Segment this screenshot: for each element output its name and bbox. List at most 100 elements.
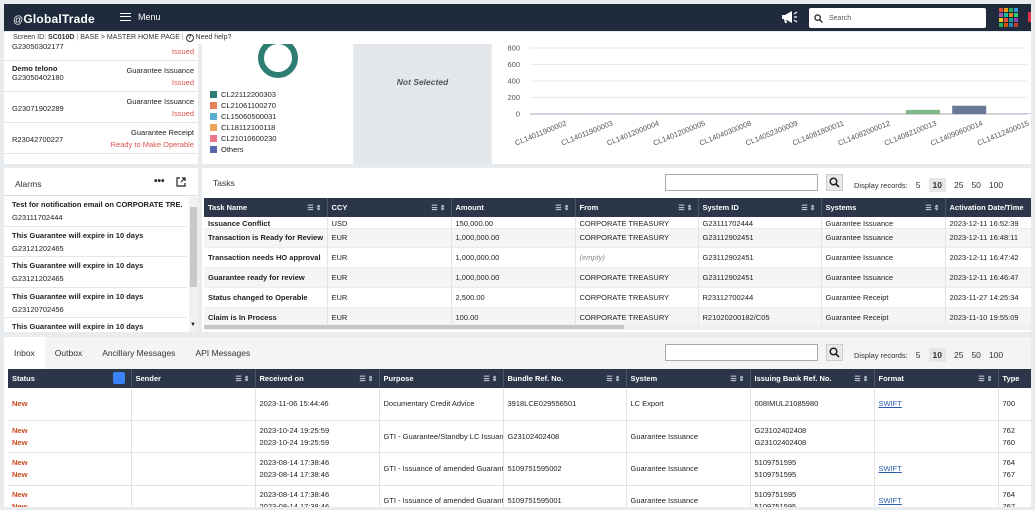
tab-outbox[interactable]: Outbox xyxy=(45,337,92,369)
global-search-input[interactable]: Search xyxy=(809,8,986,28)
page-size-option[interactable]: 100 xyxy=(989,180,1003,190)
alarm-item[interactable]: Test for notification email on CORPORATE… xyxy=(4,196,187,227)
legend-item[interactable]: CL15060500031 xyxy=(210,111,276,122)
filter-sort-icon[interactable]: ☰ ⇕ xyxy=(854,375,868,383)
column-header[interactable]: System ID ☰ ⇕ xyxy=(698,198,822,217)
tasks-search-input[interactable] xyxy=(665,174,818,191)
filter-sort-icon[interactable]: ☰ ⇕ xyxy=(307,204,321,212)
bar[interactable] xyxy=(628,113,663,114)
column-header[interactable]: System ☰ ⇕ xyxy=(626,369,751,388)
legend-item[interactable]: CL21010600230 xyxy=(210,133,276,144)
bar[interactable] xyxy=(674,113,709,114)
expand-icon[interactable] xyxy=(176,177,186,187)
column-header[interactable]: Systems ☰ ⇕ xyxy=(821,198,946,217)
app-logo[interactable]: @GlobalTrade xyxy=(13,12,95,26)
table-row[interactable]: New New 2023-08-14 17:38:46 2023-08-14 17:3… xyxy=(8,452,1031,486)
alarm-scrollbar-thumb[interactable] xyxy=(190,207,197,287)
format-link[interactable]: SWIFT xyxy=(879,496,902,505)
table-row[interactable]: Transaction needs HO approval EUR 1,000,00… xyxy=(204,247,1031,269)
bar[interactable] xyxy=(721,113,756,114)
guarantee-ref[interactable]: G23050302177 xyxy=(12,44,194,51)
filter-sort-icon[interactable]: ☰ ⇕ xyxy=(555,204,569,212)
page-size-option[interactable]: 25 xyxy=(954,350,963,360)
guarantee-row[interactable]: R23042700227 Guarantee Receipt Ready to Ma… xyxy=(4,123,198,154)
tasks-scroll-thumb[interactable] xyxy=(204,325,624,329)
page-size-option[interactable]: 5 xyxy=(916,180,921,190)
format-link[interactable]: SWIFT xyxy=(879,464,902,473)
alarm-item[interactable]: This Guarantee will expire in 10 days G23… xyxy=(4,257,187,288)
scroll-down-icon[interactable]: ▼ xyxy=(190,322,196,328)
filter-sort-icon[interactable]: ☰ ⇕ xyxy=(678,204,692,212)
column-header[interactable]: Status xyxy=(8,369,132,388)
legend-item[interactable]: Others xyxy=(210,144,276,155)
format-link[interactable]: SWIFT xyxy=(879,399,902,408)
apps-grid-icon[interactable] xyxy=(999,8,1019,27)
alarm-scrollbar[interactable]: ▼ xyxy=(189,197,198,332)
bar[interactable] xyxy=(582,113,617,114)
filter-sort-icon[interactable]: ☰ ⇕ xyxy=(978,375,992,383)
column-header[interactable]: Sender ☰ ⇕ xyxy=(131,369,256,388)
filter-sort-icon[interactable]: ☰ ⇕ xyxy=(925,204,939,212)
alarm-item[interactable]: This Guarantee will expire in 10 days G23… xyxy=(4,227,187,257)
donut-chart[interactable] xyxy=(254,44,302,82)
filter-sort-icon[interactable]: ☰ ⇕ xyxy=(730,375,744,383)
column-header[interactable]: From ☰ ⇕ xyxy=(575,198,699,217)
tab-inbox[interactable]: Inbox xyxy=(4,337,45,369)
table-row[interactable]: Guarantee ready for review EUR 1,000,000.0… xyxy=(204,267,1031,288)
alarm-item[interactable]: This Guarantee will expire in 10 days xyxy=(4,318,187,332)
column-header[interactable]: Amount ☰ ⇕ xyxy=(451,198,576,217)
alarm-item[interactable]: This Guarantee will expire in 10 days G23… xyxy=(4,288,187,318)
bar[interactable] xyxy=(767,113,802,114)
table-row[interactable]: New 2023-11-06 15:44:46 Documentary Credit… xyxy=(8,388,1031,421)
column-header[interactable]: Bundle Ref. No. ☰ ⇕ xyxy=(503,369,627,388)
page-size-option[interactable]: 5 xyxy=(916,350,921,360)
filter-sort-icon[interactable]: ☰ ⇕ xyxy=(483,375,497,383)
page-size-option[interactable]: 100 xyxy=(989,350,1003,360)
table-row[interactable]: Transaction is Ready for Review EUR 1,000,… xyxy=(204,228,1031,249)
bar[interactable] xyxy=(905,109,940,114)
legend-item[interactable]: CL18112100118 xyxy=(210,122,276,133)
column-header[interactable]: Received on ☰ ⇕ xyxy=(255,369,380,388)
guarantee-row[interactable]: G23071902289 Guarantee Issuance Issued xyxy=(4,92,198,123)
table-row[interactable]: New New 2023-10-24 19:25:59 2023-10-24 19:2… xyxy=(8,420,1031,454)
legend-item[interactable]: CL22112200303 xyxy=(210,89,276,100)
column-header[interactable]: Issuing Bank Ref. No. ☰ ⇕ xyxy=(750,369,875,388)
guarantee-row[interactable]: G23050302177 Issued xyxy=(4,44,198,61)
funnel-icon[interactable] xyxy=(112,372,125,384)
bar[interactable] xyxy=(536,113,571,114)
megaphone-icon[interactable] xyxy=(780,10,798,24)
filter-sort-icon[interactable]: ☰ ⇕ xyxy=(606,375,620,383)
filter-sort-icon[interactable]: ☰ ⇕ xyxy=(801,204,815,212)
legend-item[interactable]: CL21061100270 xyxy=(210,100,276,111)
column-header[interactable]: Format ☰ ⇕ xyxy=(874,369,999,388)
bar[interactable] xyxy=(859,113,894,114)
bar[interactable] xyxy=(952,105,987,114)
filter-sort-icon[interactable]: ☰ ⇕ xyxy=(431,204,445,212)
guarantee-row[interactable]: Demo telono G23050402180 Guarantee Issuanc… xyxy=(4,61,198,92)
column-header[interactable]: CCY ☰ ⇕ xyxy=(327,198,452,217)
filter-sort-icon[interactable]: ☰ ⇕ xyxy=(359,375,373,383)
page-size-option[interactable]: 25 xyxy=(954,180,963,190)
menu-button[interactable]: Menu xyxy=(120,12,161,22)
tab-api-messages[interactable]: API Messages xyxy=(185,337,260,369)
bar[interactable] xyxy=(998,113,1031,114)
table-row[interactable]: New New 2023-08-14 17:38:46 2023-08-14 17:3… xyxy=(8,485,1031,507)
bar[interactable] xyxy=(813,113,848,114)
column-header[interactable]: Purpose ☰ ⇕ xyxy=(379,369,504,388)
table-row[interactable]: Status changed to Operable EUR 2,500.00 COR… xyxy=(204,287,1031,308)
page-size-option[interactable]: 10 xyxy=(928,178,946,192)
table-row[interactable]: Issuance Conflict USD 150,000.00 CORPORATE … xyxy=(204,217,1031,229)
filter-sort-icon[interactable]: ☰ ⇕ xyxy=(235,375,249,383)
tasks-search-button[interactable] xyxy=(826,174,843,191)
tasks-horizontal-scrollbar[interactable] xyxy=(204,324,1031,330)
page-size-option[interactable]: 50 xyxy=(971,350,980,360)
page-size-option[interactable]: 50 xyxy=(971,180,980,190)
page-size-option[interactable]: 10 xyxy=(928,348,946,362)
inbox-search-button[interactable] xyxy=(826,344,843,361)
help-link[interactable]: Need help? xyxy=(196,34,232,41)
more-options-icon[interactable]: ••• xyxy=(154,176,165,187)
tab-ancillary-messages[interactable]: Ancillary Messages xyxy=(92,337,185,369)
column-header[interactable]: Activation Date/Time xyxy=(945,198,1031,217)
column-header[interactable]: Task Name ☰ ⇕ xyxy=(204,198,328,217)
column-header[interactable]: Type xyxy=(998,369,1031,388)
